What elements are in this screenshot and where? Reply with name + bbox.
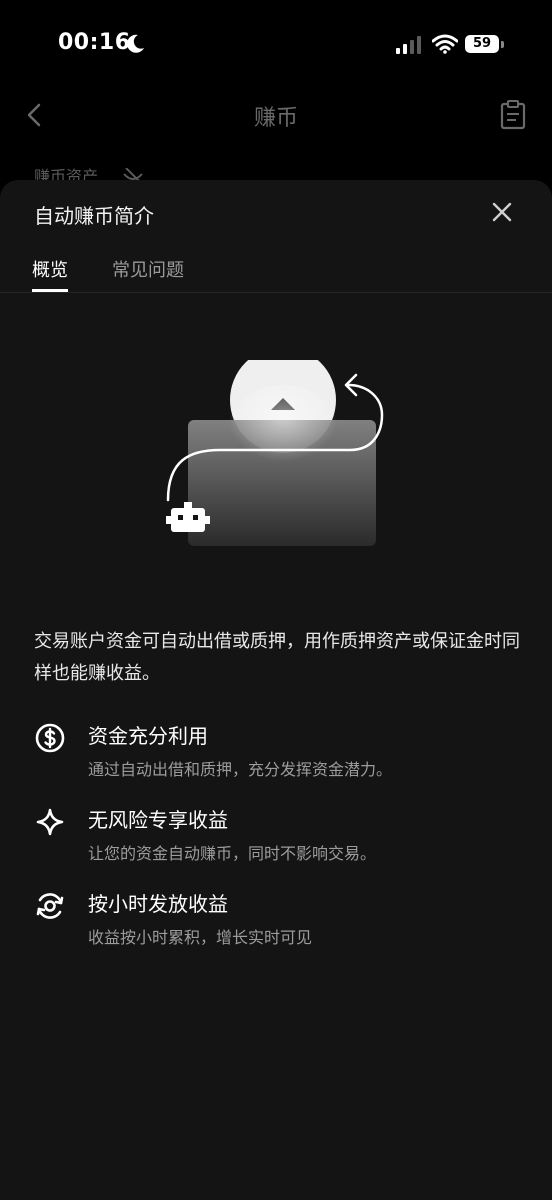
hourly-refresh-icon	[36, 893, 64, 919]
close-icon[interactable]	[490, 200, 514, 224]
feature-item: 资金充分利用 通过自动出借和质押，充分发挥资金潜力。	[34, 720, 524, 784]
signal-icon	[396, 36, 421, 54]
status-bar: 00:16 59	[0, 0, 552, 90]
battery-cap	[501, 41, 504, 48]
tab-faq[interactable]: 常见问题	[112, 256, 184, 288]
page-title: 赚币	[253, 106, 298, 131]
auto-earn-illustration	[166, 360, 384, 546]
battery-indicator: 59	[465, 35, 505, 55]
sparkle-icon	[36, 808, 64, 836]
feature-description: 收益按小时累积，增长实时可见	[88, 928, 313, 947]
wifi-icon	[432, 34, 458, 54]
clipboard-icon[interactable]	[500, 100, 526, 130]
dollar-circle-icon	[35, 723, 65, 753]
status-time: 00:16	[58, 30, 131, 55]
tab-overview[interactable]: 概览	[32, 256, 68, 292]
feature-title: 按小时发放收益	[88, 892, 228, 916]
feature-description: 通过自动出借和质押，充分发挥资金潜力。	[88, 760, 393, 779]
feature-item: 无风险专享收益 让您的资金自动赚币，同时不影响交易。	[34, 804, 524, 868]
moon-icon	[127, 34, 144, 53]
feature-title: 无风险专享收益	[88, 808, 228, 832]
feature-description: 让您的资金自动赚币，同时不影响交易。	[88, 844, 377, 863]
feature-item: 按小时发放收益 收益按小时累积，增长实时可见	[34, 888, 524, 952]
battery-level: 59	[465, 35, 499, 53]
app-header: 赚币	[0, 90, 552, 140]
intro-text: 交易账户资金可自动出借或质押，用作质押资产或保证金时同样也能赚收益。	[34, 631, 520, 684]
sheet-title: 自动赚币简介	[34, 204, 154, 228]
tab-bar: 概览 常见问题	[0, 252, 552, 293]
feature-title: 资金充分利用	[88, 724, 208, 748]
auto-earn-intro-sheet: 自动赚币简介 概览 常见问题 交易账户资金可自动出借或质押，用作质押资产或保证金…	[0, 180, 552, 1200]
